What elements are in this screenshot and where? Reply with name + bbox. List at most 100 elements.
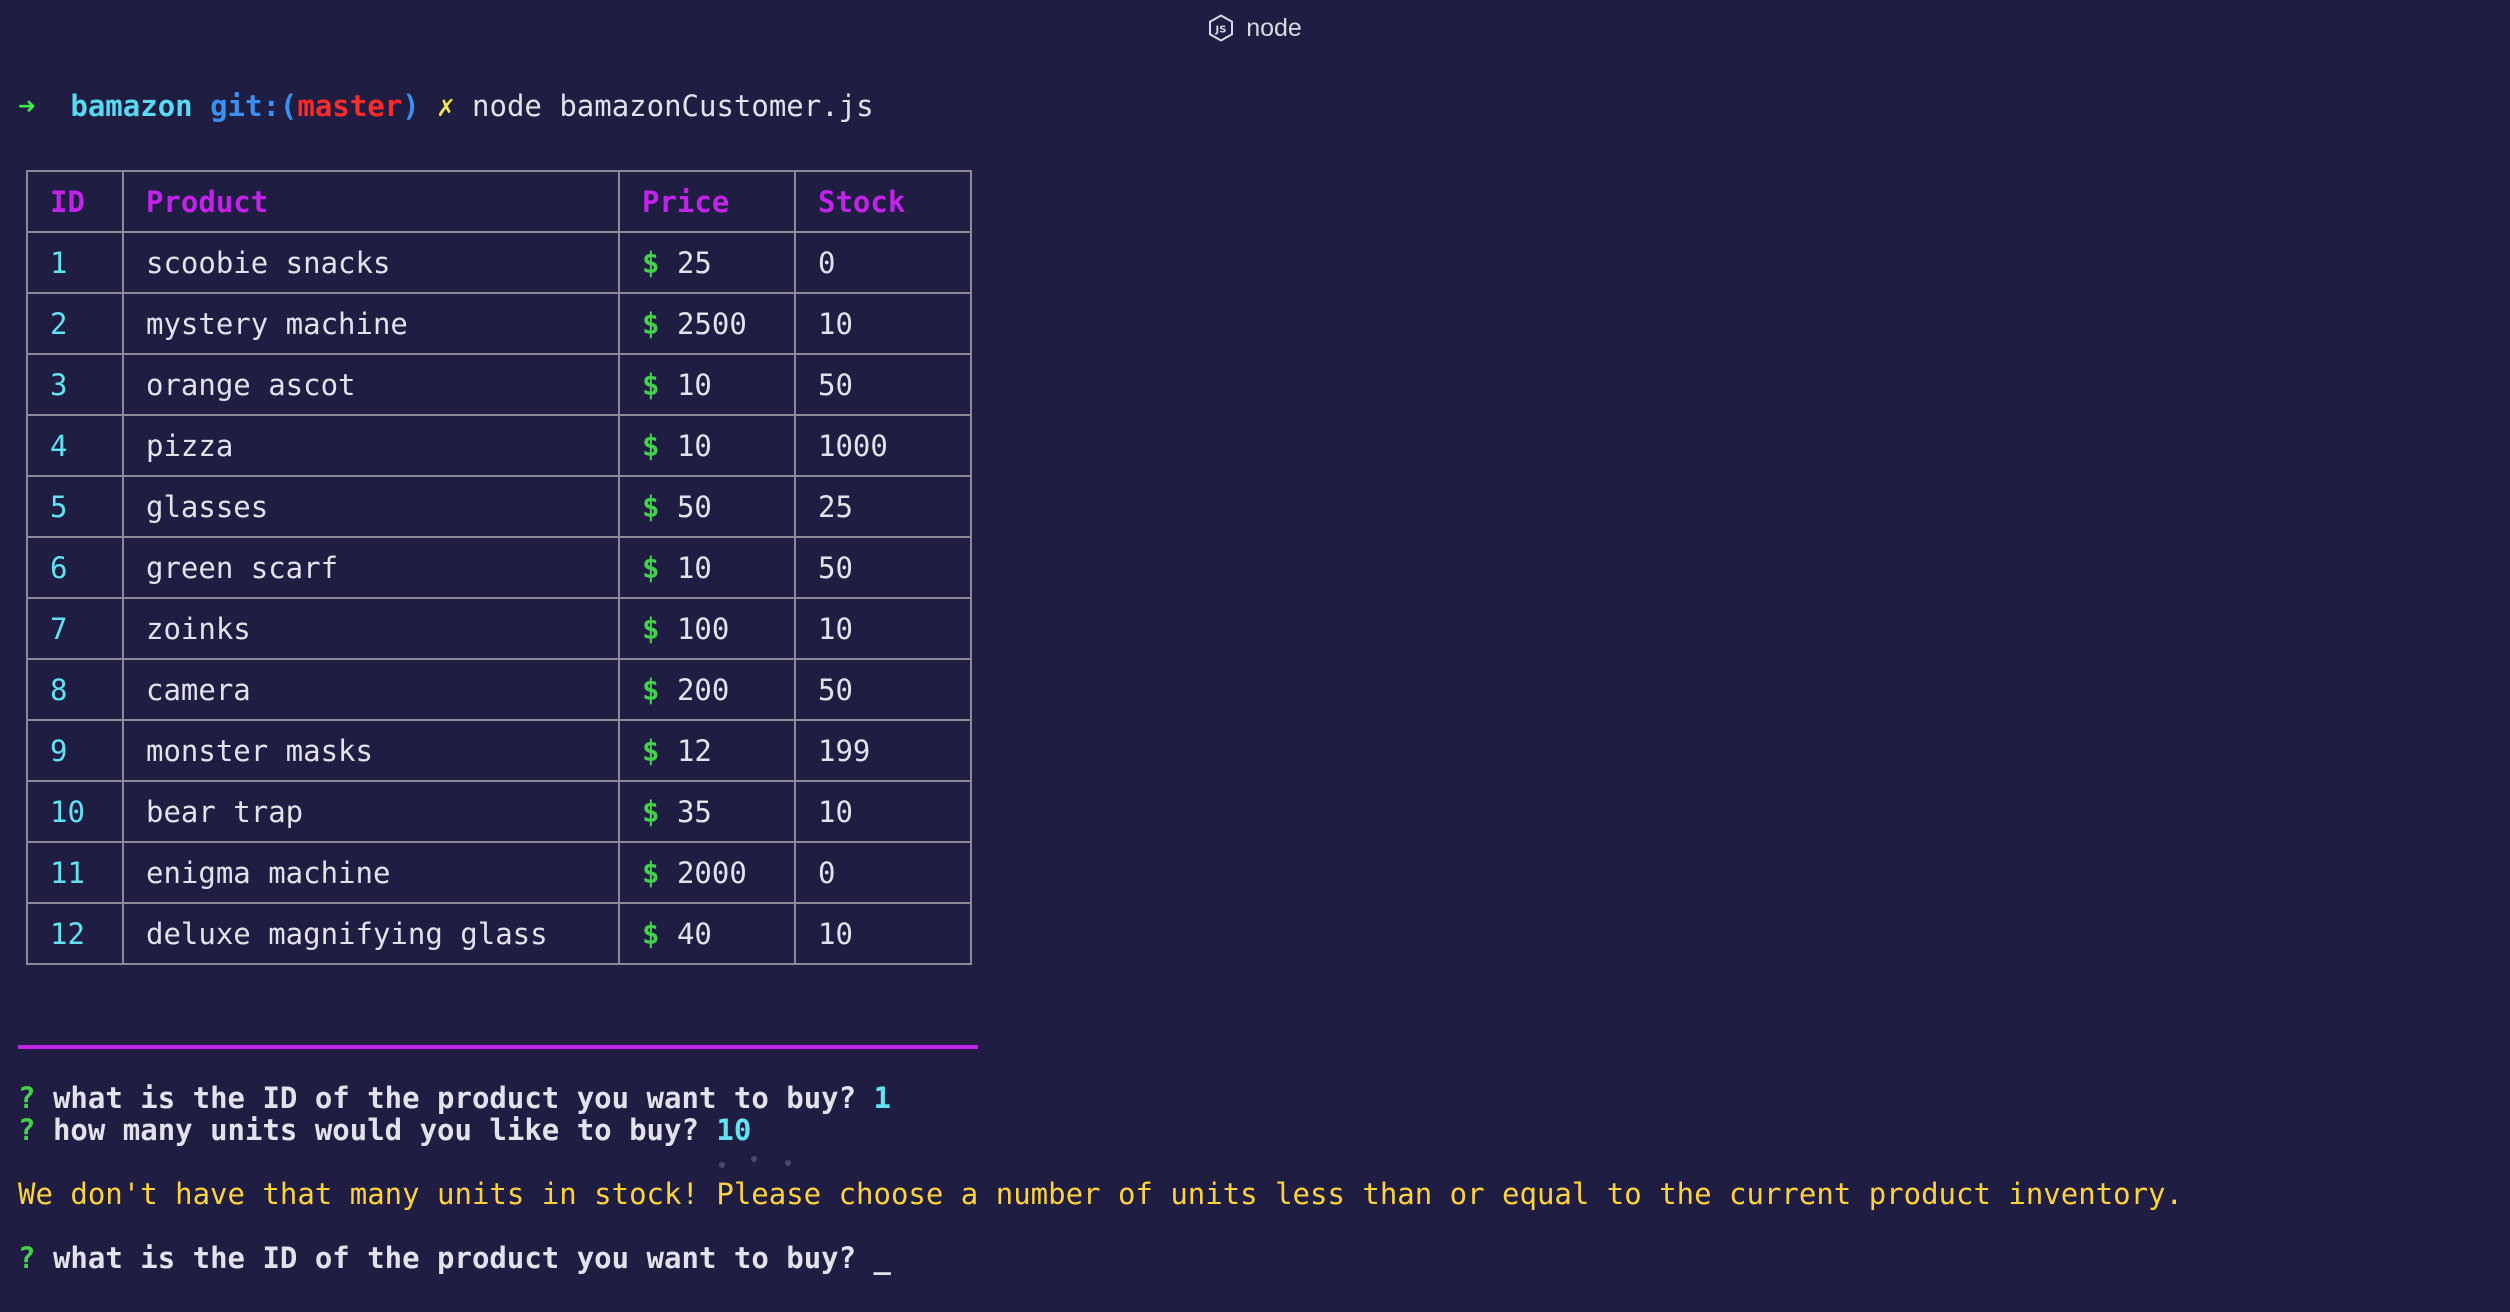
header-price: Price [618, 170, 796, 233]
question-text: what is the ID of the product you want t… [52, 1081, 857, 1115]
product-name-cell: bear trap [122, 780, 620, 843]
table-row: 12 deluxe magnifying glass $ 40 10 [26, 902, 972, 965]
window-titlebar: JS node [0, 0, 2510, 56]
product-stock-cell: 1000 [794, 414, 972, 477]
currency-symbol: $ [642, 306, 660, 341]
table-row: 7 zoinks $ 100 10 [26, 597, 972, 660]
question-line-3: ? what is the ID of the product you want… [18, 1241, 891, 1275]
product-price-cell: $ 10 [618, 536, 796, 599]
terminal-cursor[interactable]: _ [874, 1241, 891, 1275]
product-stock-cell: 10 [794, 597, 972, 660]
product-id-cell: 3 [26, 353, 124, 416]
product-price-cell: $ 200 [618, 658, 796, 721]
product-price-cell: $ 100 [618, 597, 796, 660]
prompt-directory: bamazon [70, 89, 193, 123]
question-mark: ? [18, 1113, 36, 1147]
table-row: 4 pizza $ 10 1000 [26, 414, 972, 477]
price-value: 2000 [676, 855, 747, 890]
product-name-cell: enigma machine [122, 841, 620, 904]
stock-warning-message: We don't have that many units in stock! … [18, 1177, 2183, 1211]
currency-symbol: $ [642, 550, 660, 585]
product-id-cell: 9 [26, 719, 124, 782]
prompt-command: node bamazonCustomer.js [472, 89, 874, 123]
currency-symbol: $ [642, 245, 660, 280]
price-value: 25 [676, 245, 712, 280]
question-mark: ? [18, 1241, 36, 1275]
price-value: 10 [676, 428, 712, 463]
currency-symbol: $ [642, 794, 660, 829]
product-price-cell: $ 40 [618, 902, 796, 965]
product-name-cell: camera [122, 658, 620, 721]
product-stock-cell: 10 [794, 902, 972, 965]
table-row: 5 glasses $ 50 25 [26, 475, 972, 538]
price-value: 100 [676, 611, 730, 646]
currency-symbol: $ [642, 428, 660, 463]
prompt-dirty-mark: ✗ [437, 89, 455, 123]
currency-symbol: $ [642, 855, 660, 890]
header-id: ID [26, 170, 124, 233]
product-price-cell: $ 10 [618, 414, 796, 477]
svg-text:JS: JS [1215, 25, 1227, 36]
header-product: Product [122, 170, 620, 233]
product-name-cell: glasses [122, 475, 620, 538]
window-title: node [1246, 13, 1302, 42]
answer-text: 10 [716, 1113, 752, 1147]
table-row: 11 enigma machine $ 2000 0 [26, 841, 972, 904]
product-stock-cell: 0 [794, 841, 972, 904]
product-stock-cell: 50 [794, 536, 972, 599]
currency-symbol: $ [642, 489, 660, 524]
question-text: how many units would you like to buy? [52, 1113, 699, 1147]
price-value: 10 [676, 550, 712, 585]
prompt-git-suffix: ) [402, 89, 420, 123]
answer-text: 1 [873, 1081, 892, 1115]
product-name-cell: monster masks [122, 719, 620, 782]
product-name-cell: zoinks [122, 597, 620, 660]
product-price-cell: $ 2500 [618, 292, 796, 355]
currency-symbol: $ [642, 367, 660, 402]
currency-symbol: $ [642, 672, 660, 707]
product-id-cell: 10 [26, 780, 124, 843]
price-value: 200 [676, 672, 730, 707]
prompt-arrow: ➜ [18, 89, 36, 123]
product-id-cell: 5 [26, 475, 124, 538]
product-name-cell: green scarf [122, 536, 620, 599]
price-value: 10 [676, 367, 712, 402]
product-stock-cell: 25 [794, 475, 972, 538]
table-row: 2 mystery machine $ 2500 10 [26, 292, 972, 355]
currency-symbol: $ [642, 733, 660, 768]
product-price-cell: $ 25 [618, 231, 796, 294]
prompt-branch: master [297, 89, 403, 123]
product-name-cell: pizza [122, 414, 620, 477]
product-stock-cell: 199 [794, 719, 972, 782]
table-row: 1 scoobie snacks $ 25 0 [26, 231, 972, 294]
price-value: 40 [676, 916, 712, 951]
table-row: 6 green scarf $ 10 50 [26, 536, 972, 599]
prompt-git-prefix: git:( [210, 89, 298, 123]
table-row: 3 orange ascot $ 10 50 [26, 353, 972, 416]
table-header-row: ID Product Price Stock [26, 170, 972, 233]
product-id-cell: 12 [26, 902, 124, 965]
product-price-cell: $ 35 [618, 780, 796, 843]
product-price-cell: $ 50 [618, 475, 796, 538]
product-price-cell: $ 10 [618, 353, 796, 416]
product-id-cell: 11 [26, 841, 124, 904]
currency-symbol: $ [642, 916, 660, 951]
price-value: 35 [676, 794, 712, 829]
table-row: 9 monster masks $ 12 199 [26, 719, 972, 782]
product-stock-cell: 50 [794, 658, 972, 721]
nodejs-icon: JS [1208, 14, 1234, 42]
question-line-2: ? how many units would you like to buy? … [18, 1113, 751, 1147]
product-id-cell: 8 [26, 658, 124, 721]
product-name-cell: scoobie snacks [122, 231, 620, 294]
separator-line [18, 1045, 978, 1049]
table-row: 10 bear trap $ 35 10 [26, 780, 972, 843]
product-name-cell: orange ascot [122, 353, 620, 416]
product-stock-cell: 50 [794, 353, 972, 416]
question-text: what is the ID of the product you want t… [52, 1241, 857, 1275]
price-value: 12 [676, 733, 712, 768]
price-value: 50 [676, 489, 712, 524]
price-value: 2500 [676, 306, 747, 341]
currency-symbol: $ [642, 611, 660, 646]
product-id-cell: 2 [26, 292, 124, 355]
question-line-1: ? what is the ID of the product you want… [18, 1081, 891, 1115]
